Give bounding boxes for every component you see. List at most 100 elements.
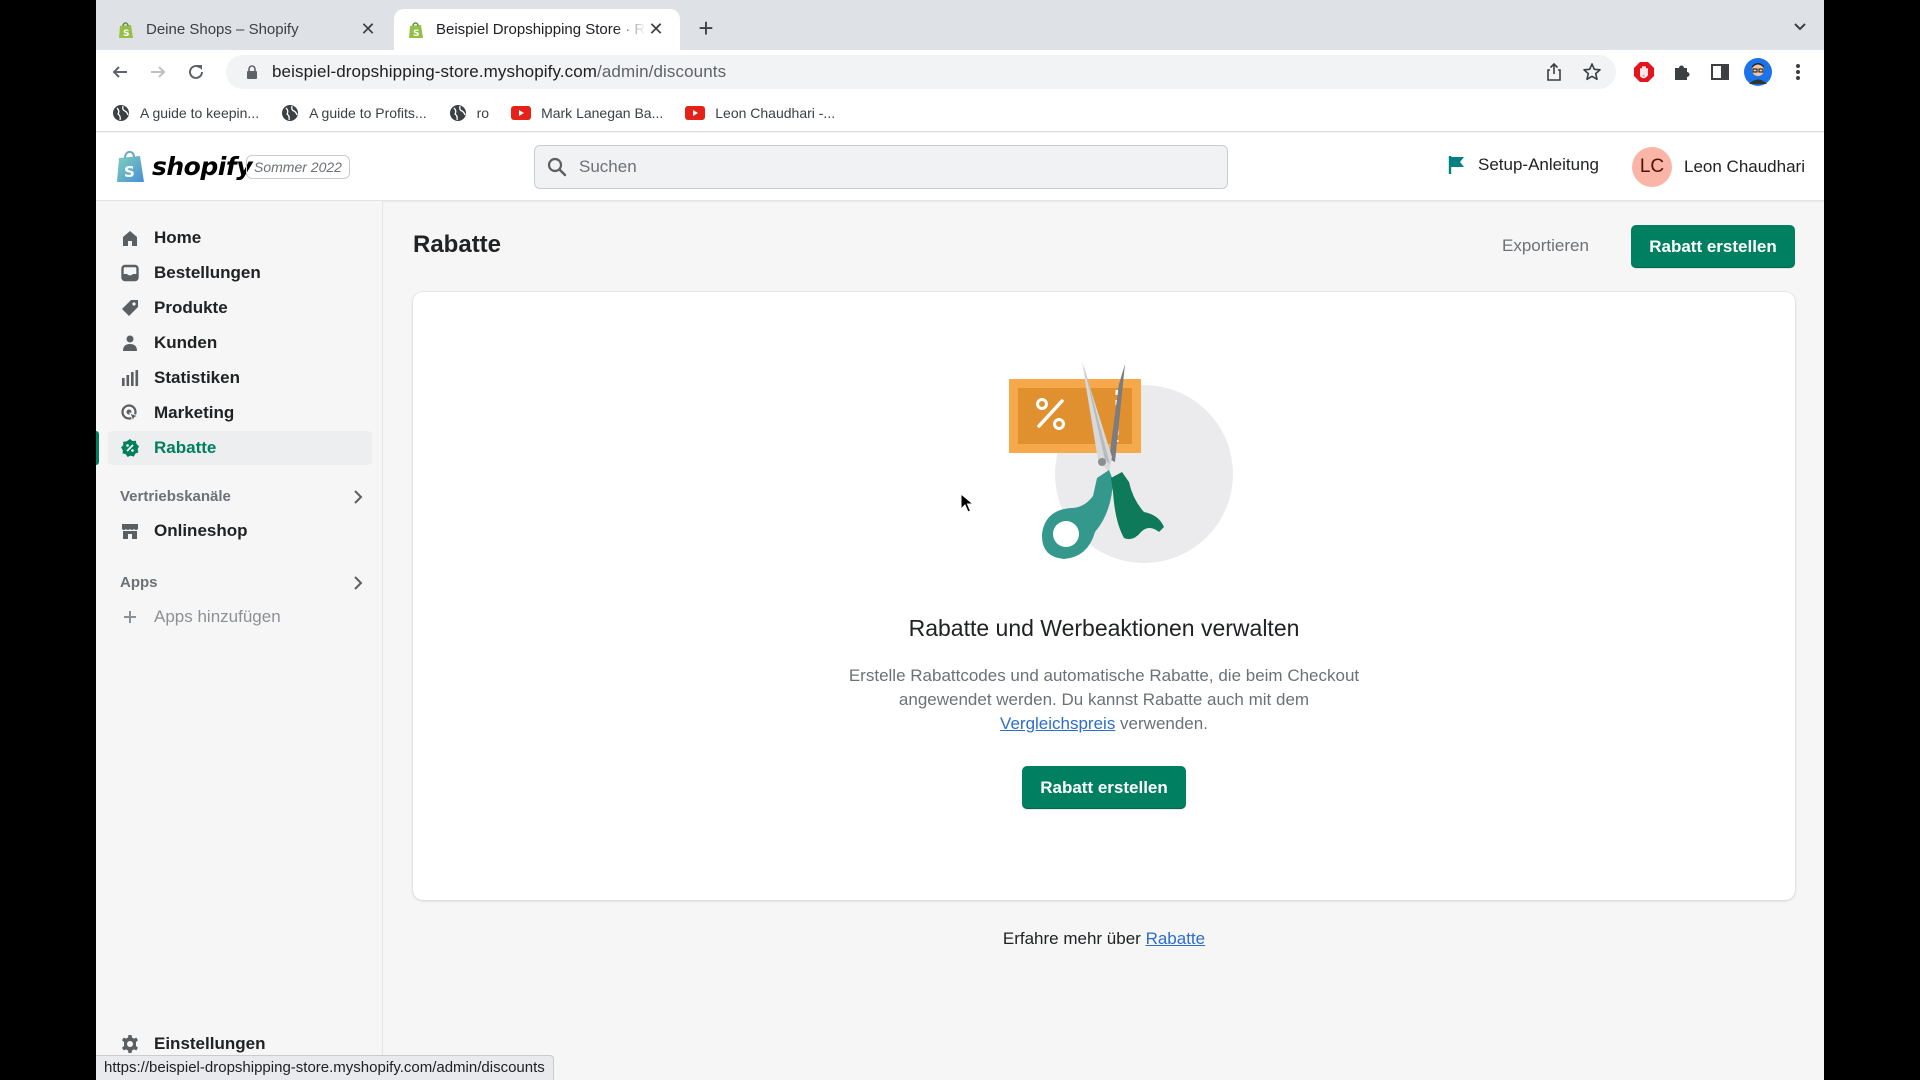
sidebar-item-orders[interactable]: Bestellungen	[108, 256, 372, 290]
sidebar-item-products[interactable]: Produkte	[108, 291, 372, 325]
desc-text: verwenden.	[1115, 714, 1208, 733]
sidebar-item-online-store[interactable]: Onlineshop	[108, 514, 372, 548]
tab-search-chevron-icon[interactable]	[1790, 16, 1810, 36]
browser-window: S Deine Shops – Shopify ✕ S Beispiel Dro…	[96, 0, 1824, 1080]
apps-header[interactable]: Apps	[120, 574, 364, 591]
sidebar-item-home[interactable]: Home	[108, 221, 372, 255]
chevron-right-icon[interactable]	[352, 575, 364, 591]
shopify-favicon-icon: S	[409, 21, 423, 39]
user-menu[interactable]: LC Leon Chaudhari	[1632, 147, 1805, 187]
home-icon	[120, 228, 140, 248]
share-icon[interactable]	[1542, 60, 1566, 84]
sidebar-item-label: Home	[154, 228, 202, 247]
side-panel-icon[interactable]	[1708, 60, 1732, 84]
bookmark-label: ro	[476, 104, 490, 121]
back-button[interactable]	[106, 58, 134, 86]
bookmark-label: A guide to Profits...	[309, 104, 427, 121]
export-button[interactable]: Exportieren	[1502, 236, 1589, 256]
bookmark-label: A guide to keepin...	[140, 104, 260, 121]
sidebar-item-label: Einstellungen	[154, 1034, 266, 1053]
browser-toolbar: beispiel-dropshipping-store.myshopify.co…	[96, 50, 1824, 94]
reload-icon	[189, 64, 203, 79]
sales-channels-header[interactable]: Vertriebskanäle	[120, 488, 364, 505]
url-host: beispiel-dropshipping-store.myshopify.co…	[272, 62, 598, 81]
adblock-extension-icon[interactable]	[1632, 60, 1656, 84]
selected-indicator	[96, 431, 99, 465]
arrow-left-icon	[112, 66, 127, 78]
setup-guide-button[interactable]: Setup-Anleitung	[1448, 155, 1599, 175]
bookmark-label: Leon Chaudhari -...	[715, 104, 836, 121]
edition-badge[interactable]: Sommer 2022	[246, 155, 350, 179]
flag-icon	[1448, 156, 1464, 174]
empty-state-heading: Rabatte und Werbeaktionen verwalten	[908, 615, 1300, 641]
person-icon	[120, 333, 140, 353]
globe-icon	[282, 104, 299, 121]
sidebar-item-label: Produkte	[154, 298, 228, 317]
sidebar-item-label: Bestellungen	[154, 263, 261, 282]
bookmark-item[interactable]: Mark Lanegan Ba...	[511, 105, 663, 121]
sidebar-item-marketing[interactable]: Marketing	[108, 396, 372, 430]
new-tab-button[interactable]: +	[692, 14, 720, 42]
bookmark-item[interactable]: A guide to keepin...	[112, 104, 259, 122]
sidebar-item-add-apps[interactable]: Apps hinzufügen	[108, 600, 372, 634]
tab-close-icon[interactable]: ✕	[358, 19, 378, 40]
tab-deine-shops[interactable]: S Deine Shops – Shopify ✕	[104, 9, 392, 50]
bookmark-item[interactable]: A guide to Profits...	[281, 104, 427, 122]
bookmark-star-icon[interactable]	[1580, 60, 1604, 84]
search-input[interactable]: Suchen	[534, 145, 1228, 189]
learn-more: Erfahre mehr über Rabatte	[413, 929, 1795, 949]
lock-icon	[247, 65, 257, 79]
address-bar[interactable]: beispiel-dropshipping-store.myshopify.co…	[226, 55, 1616, 89]
admin-topbar: S shopify Sommer 2022 Suchen Setup-Anlei…	[96, 133, 1824, 201]
arrow-right-icon	[151, 66, 166, 78]
svg-text:S: S	[123, 29, 129, 39]
tag-icon	[120, 298, 140, 318]
url-text: beispiel-dropshipping-store.myshopify.co…	[272, 62, 726, 82]
sidebar-item-customers[interactable]: Kunden	[108, 326, 372, 360]
store-icon	[120, 521, 140, 541]
sidebar-item-analytics[interactable]: Statistiken	[108, 361, 372, 395]
shopify-logo[interactable]: S shopify	[116, 149, 253, 183]
bookmark-item[interactable]: ro	[449, 104, 489, 122]
mouse-cursor-icon	[960, 493, 974, 513]
tab-strip: S Deine Shops – Shopify ✕ S Beispiel Dro…	[96, 0, 1824, 50]
youtube-icon	[685, 105, 706, 120]
url-path: /admin/discounts	[597, 62, 727, 81]
bar-chart-icon	[120, 368, 140, 388]
setup-guide-label: Setup-Anleitung	[1478, 155, 1599, 174]
learn-more-text: Erfahre mehr über	[1002, 929, 1146, 948]
user-name: Leon Chaudhari	[1684, 157, 1805, 176]
sidebar-item-label: Kunden	[154, 333, 218, 352]
forward-button[interactable]	[144, 58, 172, 86]
chevron-right-icon[interactable]	[352, 489, 364, 505]
gear-icon	[120, 1034, 140, 1054]
sidebar-item-label: Onlineshop	[154, 521, 248, 540]
sidebar-item-label: Apps hinzufügen	[154, 607, 281, 626]
tab-close-icon[interactable]: ✕	[646, 19, 666, 40]
desc-text: Erstelle Rabattcodes und automatische Ra…	[848, 666, 1360, 709]
bookmarks-bar: A guide to keepin... A guide to Profits.…	[96, 94, 1824, 132]
orders-icon	[120, 263, 140, 283]
status-bubble-url: https://beispiel-dropshipping-store.mysh…	[96, 1055, 554, 1080]
avatar: LC	[1632, 147, 1672, 187]
extensions-puzzle-icon[interactable]	[1670, 60, 1694, 84]
shopify-favicon-icon: S	[119, 21, 133, 39]
compare-price-link[interactable]: Vergleichspreis	[1000, 714, 1115, 733]
tab-title: Beispiel Dropshipping Store · R	[436, 21, 646, 38]
discounts-help-link[interactable]: Rabatte	[1146, 929, 1206, 948]
empty-state-create-button[interactable]: Rabatt erstellen	[1022, 766, 1186, 809]
discount-icon	[120, 438, 140, 458]
marketing-icon	[120, 403, 140, 423]
sidebar-item-discounts[interactable]: Rabatte	[108, 431, 372, 465]
shopify-bag-icon: S	[117, 150, 144, 182]
bookmark-item[interactable]: Leon Chaudhari -...	[685, 105, 835, 121]
bookmark-label: Mark Lanegan Ba...	[541, 104, 664, 121]
browser-menu-icon[interactable]	[1786, 60, 1810, 84]
tab-beispiel-store[interactable]: S Beispiel Dropshipping Store · R ✕	[394, 9, 680, 50]
profile-avatar-icon[interactable]	[1744, 58, 1772, 86]
plus-icon	[120, 607, 140, 627]
reload-button[interactable]	[182, 58, 210, 86]
tab-title: Deine Shops – Shopify	[146, 21, 299, 38]
create-discount-button[interactable]: Rabatt erstellen	[1631, 225, 1795, 268]
sidebar-nav: Home Bestellungen Produkte Kunden Statis…	[96, 201, 383, 1080]
